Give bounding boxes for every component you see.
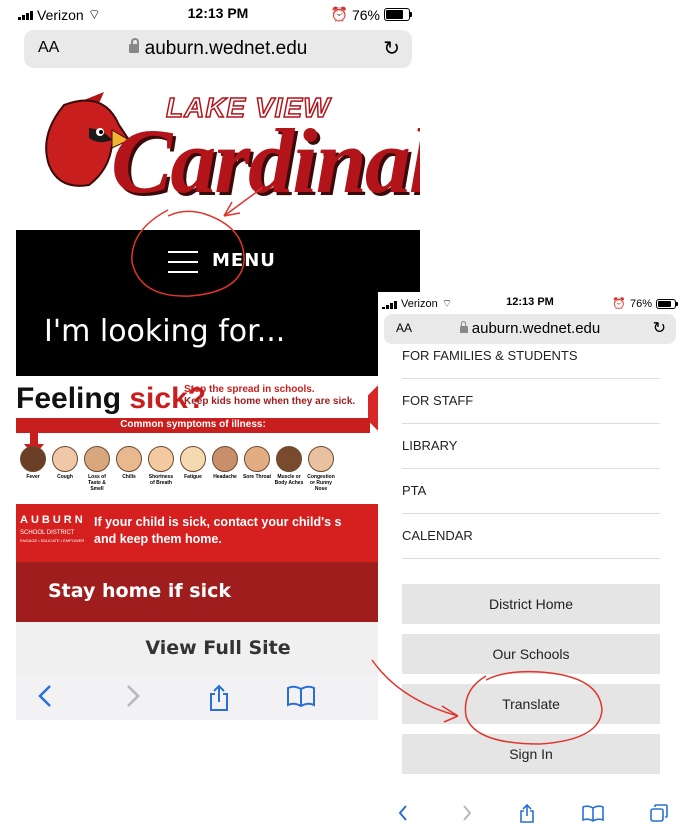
safari-toolbar: [378, 802, 682, 832]
site-logo[interactable]: LAKE VIEW Cardinals: [16, 78, 420, 230]
symptom-cough: Cough: [50, 446, 80, 492]
district-logo: AUBURN: [20, 514, 86, 526]
reload-icon[interactable]: ↻: [653, 318, 666, 337]
nav-item-staff[interactable]: FOR STAFF: [402, 379, 660, 424]
nav-item-families-students[interactable]: FOR FAMILIES & STUDENTS: [402, 348, 660, 379]
lock-icon: [459, 320, 468, 333]
nav-item-calendar[interactable]: CALENDAR: [402, 514, 660, 559]
back-icon[interactable]: [398, 804, 408, 822]
symptom-fatigue: Fatigue: [178, 446, 208, 492]
district-subtitle: SCHOOL DISTRICT: [20, 530, 75, 536]
address-bar[interactable]: AA auburn.wednet.edu ↻: [384, 314, 676, 344]
url-text: auburn.wednet.edu: [471, 320, 601, 337]
district-motto: ENGAGE • EDUCATE • EMPOWER: [20, 538, 85, 543]
banner-headline: Feeling sick?: [16, 382, 207, 415]
tabs-icon[interactable]: [650, 804, 668, 822]
forward-icon[interactable]: [126, 684, 140, 708]
view-full-site-link[interactable]: View Full Site: [16, 622, 420, 676]
battery-icon: [656, 298, 678, 309]
share-icon[interactable]: [519, 804, 535, 824]
logo-wordmark: Cardinals: [111, 110, 420, 212]
symptom-headache: Headache: [210, 446, 240, 492]
symptom-aches: Muscle or Body Aches: [274, 446, 304, 492]
menu-button[interactable]: MENU: [212, 250, 276, 271]
bookmarks-icon[interactable]: [582, 804, 604, 822]
url-text: auburn.wednet.edu: [144, 38, 308, 59]
contact-text: If your child is sick, contact your chil…: [94, 515, 342, 546]
status-bar: Verizon ⌔ 12:13 PM ⏰ 76%: [378, 292, 682, 314]
contact-strip: AUBURN SCHOOL DISTRICT ENGAGE • EDUCATE …: [16, 504, 420, 562]
translate-button[interactable]: Translate: [402, 684, 660, 724]
symptom-breath: Shortness of Breath: [146, 446, 176, 492]
symptom-fever: Fever: [18, 446, 48, 492]
bookmarks-icon[interactable]: [286, 684, 316, 708]
status-bar: Verizon ⌔ 12:13 PM ⏰ 76%: [16, 0, 420, 28]
left-screenshot: Verizon ⌔ 12:13 PM ⏰ 76% AA auburn.wedne…: [16, 0, 420, 720]
battery-percent: 76%: [629, 297, 652, 310]
symptoms-title-bar: Common symptoms of illness:: [16, 418, 370, 433]
banner-stop-text: Stop the spread in schools. Keep kids ho…: [184, 384, 356, 407]
back-icon[interactable]: [38, 684, 52, 708]
looking-for-heading[interactable]: I'm looking for...: [16, 296, 420, 376]
stay-home-link[interactable]: Stay home if sick: [16, 562, 420, 622]
district-home-button[interactable]: District Home: [402, 584, 660, 624]
lock-icon: [128, 38, 139, 54]
nav-item-library[interactable]: LIBRARY: [402, 424, 660, 469]
symptom-list: Fever Cough Loss of Taste & Smell Chills…: [18, 446, 420, 492]
alarm-icon: ⏰: [330, 6, 348, 22]
symptom-taste-smell: Loss of Taste & Smell: [82, 446, 112, 492]
forward-icon[interactable]: [462, 804, 472, 822]
alarm-icon: ⏰: [612, 298, 626, 310]
menu-bar[interactable]: MENU: [16, 230, 420, 296]
arrow-down-icon: [24, 426, 44, 456]
symptom-congestion: Congestion or Runny Nose: [306, 446, 336, 492]
address-bar[interactable]: AA auburn.wednet.edu ↻: [24, 30, 412, 68]
feeling-sick-banner[interactable]: Feeling sick? Stop the spread in schools…: [16, 376, 420, 562]
sign-in-button[interactable]: Sign In: [402, 734, 660, 774]
our-schools-button[interactable]: Our Schools: [402, 634, 660, 674]
share-icon[interactable]: [208, 684, 230, 712]
hamburger-icon[interactable]: [168, 251, 198, 273]
battery-percent: 76%: [351, 6, 380, 23]
nav-menu: FOR FAMILIES & STUDENTS FOR STAFF LIBRAR…: [402, 348, 660, 559]
reload-icon[interactable]: ↻: [383, 36, 400, 60]
symptom-sore-throat: Sore Throat: [242, 446, 272, 492]
right-screenshot: Verizon ⌔ 12:13 PM ⏰ 76% AA auburn.wedne…: [378, 292, 682, 832]
symptom-chills: Chills: [114, 446, 144, 492]
safari-toolbar: [16, 676, 420, 720]
battery-icon: [384, 8, 412, 21]
menu-buttons: District Home Our Schools Translate Sign…: [402, 584, 660, 784]
nav-item-pta[interactable]: PTA: [402, 469, 660, 514]
